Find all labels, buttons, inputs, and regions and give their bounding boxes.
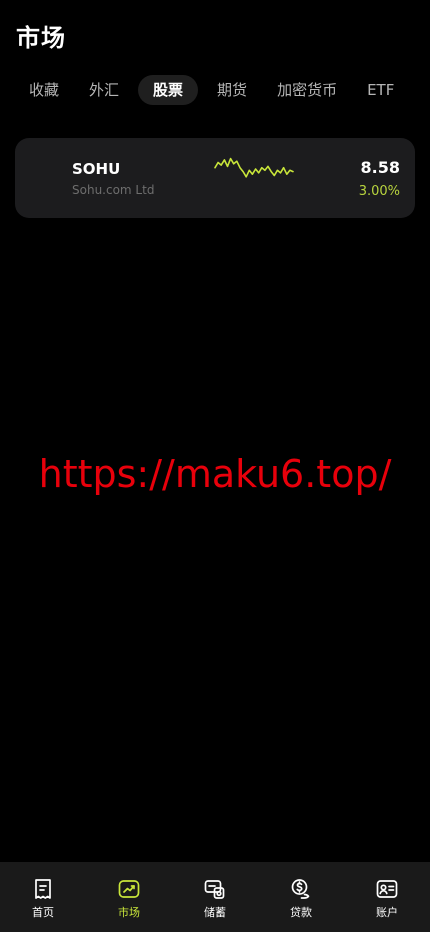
account-icon xyxy=(376,880,398,898)
tab-stocks[interactable]: 股票 xyxy=(138,75,199,105)
market-tabs: 收藏 外汇 股票 期货 加密货币 ETF xyxy=(18,75,413,105)
sparkline-line xyxy=(214,157,294,178)
nav-item-account[interactable]: 账户 xyxy=(344,862,430,932)
nav-label-savings: 储蓄 xyxy=(204,906,226,919)
market-trend-icon xyxy=(118,880,140,898)
loan-icon xyxy=(291,879,310,899)
tab-favorites[interactable]: 收藏 xyxy=(18,75,70,105)
nav-item-market[interactable]: 市场 xyxy=(86,862,172,932)
stock-change-percent: 3.00% xyxy=(358,184,400,199)
tab-futures[interactable]: 期货 xyxy=(206,75,258,105)
stock-card-sohu[interactable]: SOHU Sohu.com Ltd 8.58 3.00% xyxy=(15,138,415,218)
nav-item-loans[interactable]: 贷款 xyxy=(258,862,344,932)
nav-label-loans: 贷款 xyxy=(290,906,312,919)
tab-etf[interactable]: ETF xyxy=(356,75,405,105)
page-title: 市场 xyxy=(16,24,66,52)
stock-price: 8.58 xyxy=(360,158,400,177)
nav-label-account: 账户 xyxy=(376,906,398,919)
stock-company-name: Sohu.com Ltd xyxy=(72,183,155,197)
savings-icon xyxy=(204,880,225,899)
stock-sparkline xyxy=(214,157,294,178)
nav-item-savings[interactable]: 储蓄 xyxy=(172,862,258,932)
receipt-icon xyxy=(35,879,51,899)
watermark-url: https://maku6.top/ xyxy=(38,452,392,496)
tab-crypto[interactable]: 加密货币 xyxy=(266,75,348,105)
bottom-nav: 首页 市场 储蓄 贷款 账户 xyxy=(0,862,430,932)
stock-symbol: SOHU xyxy=(72,160,121,178)
tab-forex[interactable]: 外汇 xyxy=(78,75,130,105)
nav-label-home: 首页 xyxy=(32,906,54,919)
nav-label-market: 市场 xyxy=(118,906,140,919)
nav-item-home[interactable]: 首页 xyxy=(0,862,86,932)
